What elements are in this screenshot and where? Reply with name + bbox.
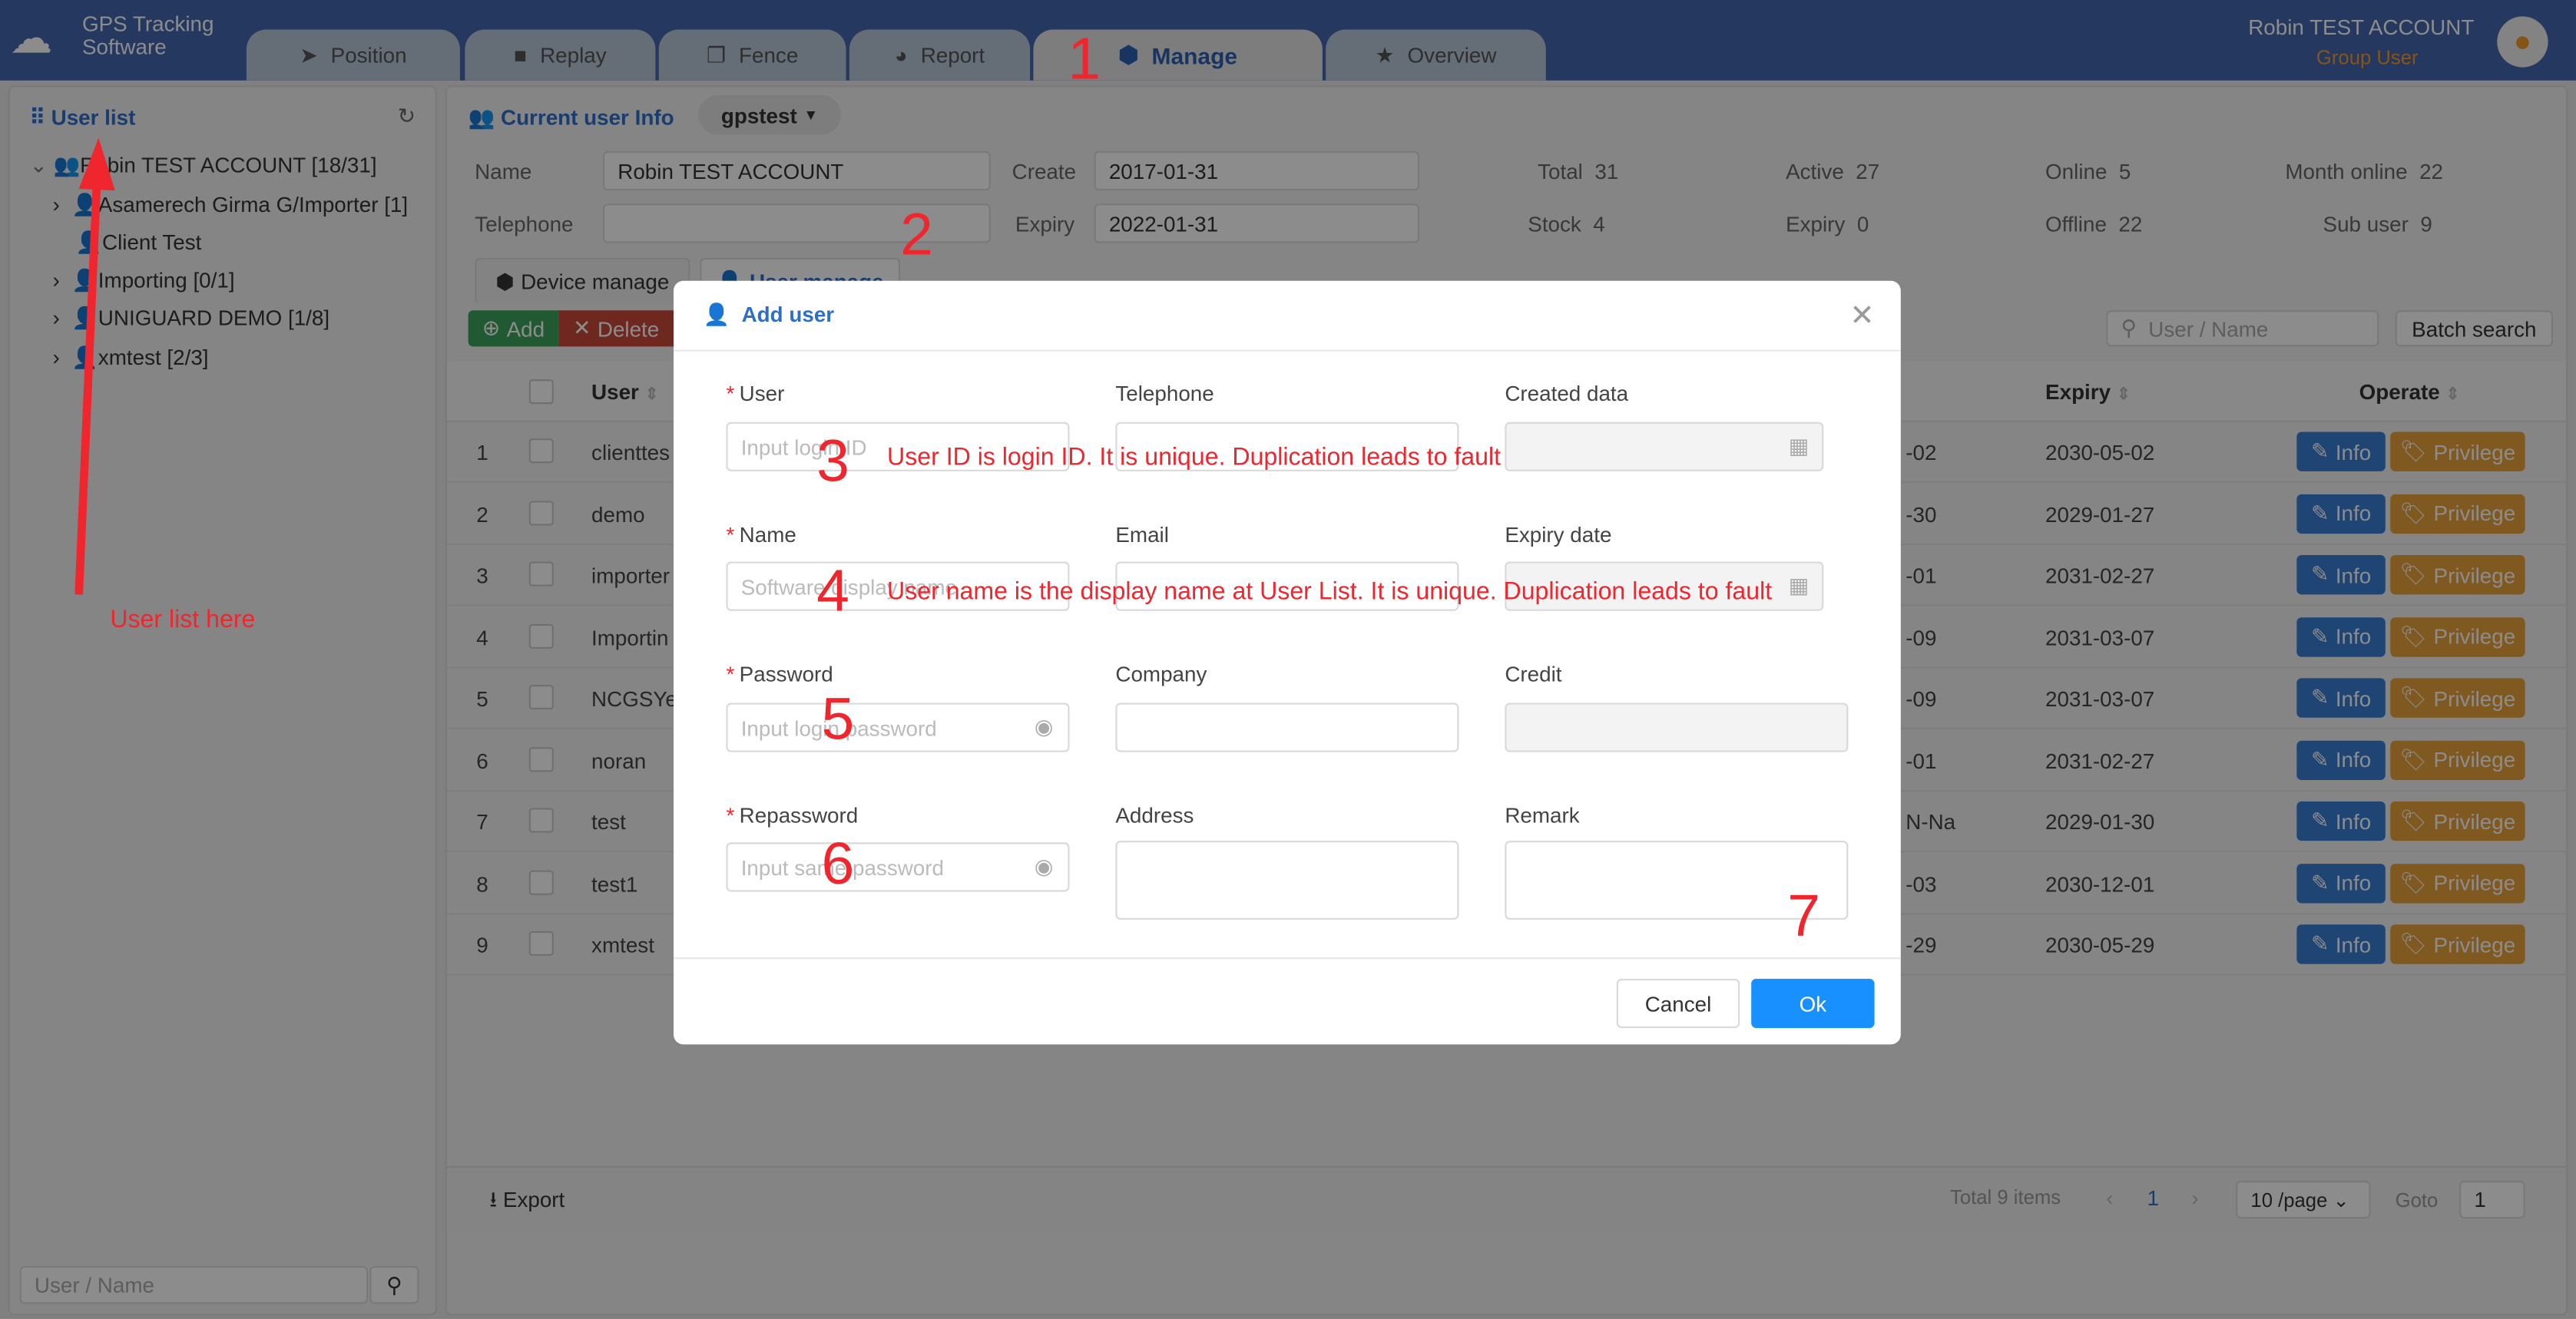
app: ☁ GPS Tracking Software ➤ Position ■ Replay… — [0, 0, 2576, 1319]
annotation-user-list-note: User list here — [110, 606, 256, 634]
annotation-arrow — [74, 137, 115, 595]
